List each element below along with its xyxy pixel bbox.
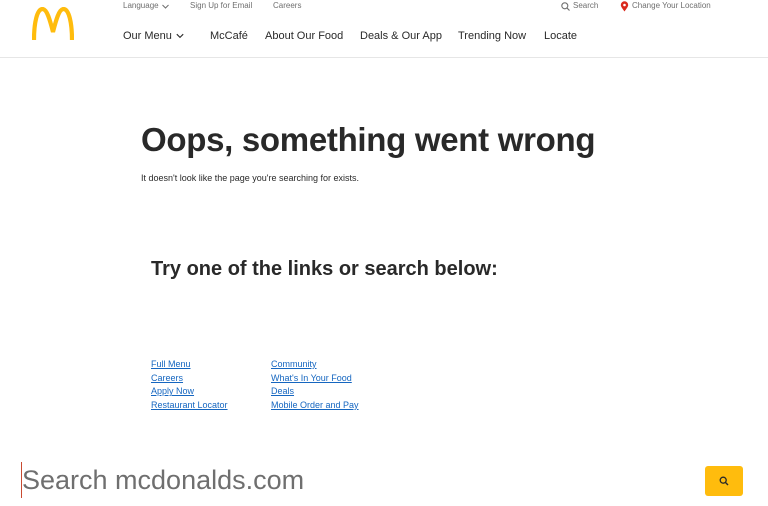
site-search-form <box>21 460 749 500</box>
nav-deals-label: Deals & Our App <box>360 30 442 42</box>
nav-locate-label: Locate <box>544 30 578 42</box>
careers-label: Careers <box>273 1 302 10</box>
error-title: Oops, something went wrong <box>141 121 596 158</box>
site-header: Language Sign Up for Email Careers Searc… <box>0 0 768 58</box>
link-full-menu[interactable]: Full Menu <box>151 359 191 369</box>
links-heading: Try one of the links or search below: <box>151 258 498 280</box>
location-pin-icon <box>620 0 629 11</box>
link-restaurant-locator[interactable]: Restaurant Locator <box>151 400 228 410</box>
chevron-down-icon <box>161 4 169 9</box>
link-whats-in-your-food[interactable]: What's In Your Food <box>271 373 352 383</box>
link-apply-now[interactable]: Apply Now <box>151 386 194 396</box>
header-search-label: Search <box>573 1 599 10</box>
nav-about-our-food[interactable]: About Our Food <box>265 29 343 43</box>
links-column-right: Community What's In Your Food Deals Mobi… <box>271 356 359 410</box>
golden-arches-logo[interactable] <box>32 7 74 41</box>
nav-deals-app[interactable]: Deals & Our App <box>360 29 442 43</box>
link-careers[interactable]: Careers <box>151 373 183 383</box>
links-column-left: Full Menu Careers Apply Now Restaurant L… <box>151 356 228 410</box>
signup-email-link[interactable]: Sign Up for Email <box>190 0 252 12</box>
search-icon <box>719 476 729 486</box>
nav-trending-now[interactable]: Trending Now <box>458 29 526 43</box>
nav-mccafe[interactable]: McCafé <box>210 29 248 43</box>
search-icon <box>561 1 570 11</box>
nav-mccafe-label: McCafé <box>210 30 248 42</box>
careers-link[interactable]: Careers <box>273 0 301 12</box>
error-subtitle: It doesn't look like the page you're sea… <box>141 173 360 183</box>
signup-email-label: Sign Up for Email <box>190 1 253 10</box>
chevron-down-icon <box>176 33 184 39</box>
link-deals[interactable]: Deals <box>271 386 294 396</box>
link-community[interactable]: Community <box>271 359 317 369</box>
header-search-button[interactable]: Search <box>561 0 598 12</box>
change-location-button[interactable]: Change Your Location <box>620 0 711 12</box>
nav-about-label: About Our Food <box>265 30 344 42</box>
nav-locate[interactable]: Locate <box>544 29 577 43</box>
search-input[interactable] <box>22 460 682 500</box>
nav-our-menu[interactable]: Our Menu <box>123 29 184 43</box>
language-label: Language <box>123 1 159 10</box>
nav-our-menu-label: Our Menu <box>123 30 172 42</box>
link-mobile-order-pay[interactable]: Mobile Order and Pay <box>271 400 359 410</box>
language-selector[interactable]: Language <box>123 0 169 12</box>
search-submit-button[interactable] <box>705 466 743 496</box>
nav-trending-label: Trending Now <box>458 30 527 42</box>
change-location-label: Change Your Location <box>632 1 711 10</box>
